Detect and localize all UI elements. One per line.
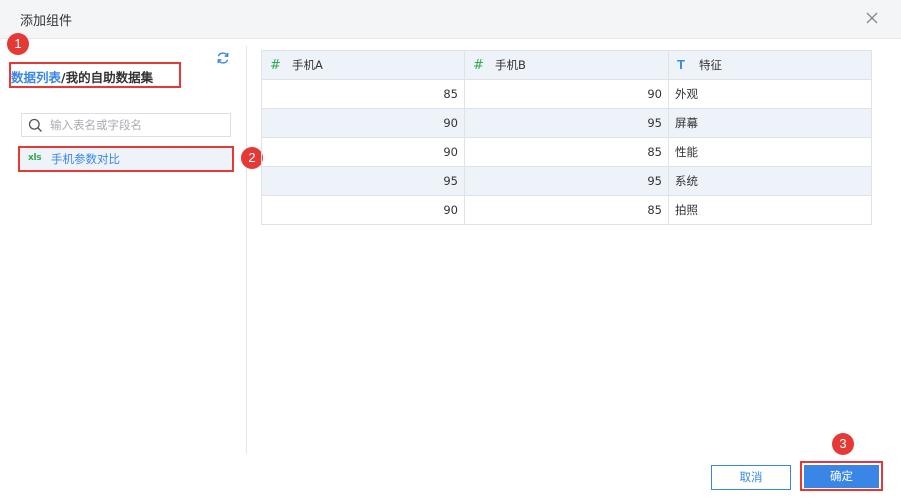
table-cell: 85 xyxy=(464,137,669,167)
breadcrumb: 数据列表/我的自助数据集 xyxy=(11,67,153,86)
table-cell: 85 xyxy=(464,195,669,225)
table-row: 95 95 系统 xyxy=(261,166,872,196)
left-panel xyxy=(0,39,246,459)
table-cell: 95 xyxy=(261,166,465,196)
search-icon xyxy=(28,118,42,132)
table-cell: 性能 xyxy=(668,137,872,167)
table-header-row: # 手机A # 手机B T 特征 xyxy=(261,50,872,80)
column-name: 手机B xyxy=(495,58,526,72)
data-preview-table: # 手机A # 手机B T 特征 85 90 外观 90 95 屏幕 90 85… xyxy=(261,50,872,225)
step-badge-1: 1 xyxy=(7,33,29,55)
number-type-icon: # xyxy=(270,58,281,73)
table-cell: 外观 xyxy=(668,79,872,109)
step-badge-2: 2 xyxy=(241,147,263,169)
cancel-button[interactable]: 取消 xyxy=(711,465,791,490)
column-header: # 手机B xyxy=(464,50,669,80)
ok-button[interactable]: 确定 xyxy=(804,465,879,488)
table-cell: 屏幕 xyxy=(668,108,872,138)
table-cell: 95 xyxy=(464,108,669,138)
table-cell: 90 xyxy=(261,108,465,138)
breadcrumb-link-data-list[interactable]: 数据列表 xyxy=(11,70,61,85)
text-type-icon: T xyxy=(677,57,685,72)
table-row: 90 85 性能 xyxy=(261,137,872,167)
column-name: 特征 xyxy=(699,58,722,72)
column-name: 手机A xyxy=(292,58,323,72)
close-icon[interactable] xyxy=(863,9,881,27)
number-type-icon: # xyxy=(473,58,484,73)
table-cell: 85 xyxy=(261,79,465,109)
table-row: 85 90 外观 xyxy=(261,79,872,109)
refresh-icon[interactable] xyxy=(216,51,230,65)
dialog-header: 添加组件 xyxy=(0,0,901,39)
table-cell: 系统 xyxy=(668,166,872,196)
column-header: # 手机A xyxy=(261,50,465,80)
table-cell: 90 xyxy=(261,137,465,167)
breadcrumb-current: 我的自助数据集 xyxy=(65,70,154,85)
dialog-title: 添加组件 xyxy=(20,14,73,29)
add-component-dialog: 添加组件 数据列表/我的自助数据集 xls 手机参数对比 1 2 3 xyxy=(0,0,901,501)
xls-file-icon: xls xyxy=(28,153,42,163)
panel-divider xyxy=(246,46,247,454)
search-input[interactable] xyxy=(50,117,220,133)
step-badge-3: 3 xyxy=(832,433,854,455)
table-cell: 拍照 xyxy=(668,195,872,225)
search-box xyxy=(21,113,231,137)
table-cell: 95 xyxy=(464,166,669,196)
table-cell: 90 xyxy=(261,195,465,225)
dataset-item-label[interactable]: 手机参数对比 xyxy=(51,151,120,167)
table-row: 90 95 屏幕 xyxy=(261,108,872,138)
table-cell: 90 xyxy=(464,79,669,109)
table-row: 90 85 拍照 xyxy=(261,195,872,225)
column-header: T 特征 xyxy=(668,50,872,80)
